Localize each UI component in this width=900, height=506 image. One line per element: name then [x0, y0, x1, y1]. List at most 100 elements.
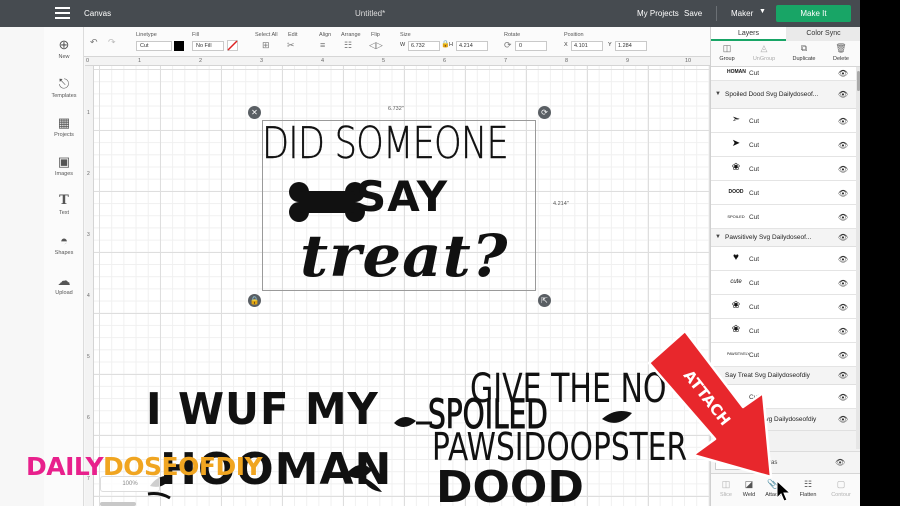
nav-new[interactable]: ⊕ New	[44, 38, 84, 61]
delete-button[interactable]: 🗑 Delete	[826, 43, 856, 62]
group-button[interactable]: ◫ Group	[712, 43, 742, 62]
eye-icon[interactable]: 👁	[838, 189, 848, 198]
grid-icon: ▦	[57, 115, 71, 130]
layer-row[interactable]: ❀ Cut 👁	[711, 157, 856, 181]
duplicate-button[interactable]: ⧉ Duplicate	[789, 43, 819, 62]
linetype-value: Cut	[140, 43, 149, 49]
machine-selector[interactable]: Maker	[731, 9, 753, 18]
layer-row[interactable]: DOOD Cut 👁	[711, 181, 856, 205]
eye-icon[interactable]: 👁	[838, 213, 848, 222]
tab-layers[interactable]: Layers	[711, 27, 786, 41]
nav-templates[interactable]: ⎋ Templates	[44, 76, 84, 100]
select-all-icon[interactable]: ⊞	[262, 40, 270, 50]
fill-select[interactable]: No Fill	[192, 41, 224, 51]
shapes-icon: ◓	[60, 233, 68, 248]
rotate-handle-icon[interactable]: ⟳	[538, 106, 551, 119]
design-line-dood[interactable]: DOOD	[436, 462, 584, 506]
eye-icon[interactable]: 👁	[838, 69, 848, 78]
height-input[interactable]: 4.214	[456, 41, 488, 51]
eye-icon[interactable]: 👁	[838, 351, 848, 360]
layer-row[interactable]: ♥ Cut 👁	[711, 247, 856, 271]
linetype-select[interactable]: Cut	[136, 41, 172, 51]
layer-row[interactable]: ➣ Cut 👁	[711, 109, 856, 133]
my-projects-link[interactable]: My Projects	[637, 9, 679, 18]
layer-group-row[interactable]: ▼ Spoiled Dood Svg Dailydoseof... 👁	[711, 81, 856, 109]
y-label: Y	[608, 42, 612, 48]
leaf-ornament-icon[interactable]	[342, 454, 386, 494]
flatten-button[interactable]: ☷ Flatten	[793, 479, 823, 498]
eye-icon[interactable]: 👁	[838, 279, 848, 288]
horizontal-scrollbar[interactable]	[100, 502, 136, 506]
eye-icon[interactable]: 👁	[838, 303, 848, 312]
eye-icon[interactable]: 👁	[838, 165, 848, 174]
layer-row[interactable]: ➤ Cut 👁	[711, 133, 856, 157]
hamburger-menu-icon[interactable]	[55, 7, 70, 20]
eye-icon[interactable]: 👁	[838, 233, 848, 242]
delete-handle-icon[interactable]: ✕	[248, 106, 261, 119]
layer-row[interactable]: SPOILED Cut 👁	[711, 205, 856, 229]
shirt-icon: ⎋	[58, 76, 70, 91]
eye-icon[interactable]: 👁	[838, 255, 848, 264]
nav-projects[interactable]: ▦ Projects	[44, 115, 84, 139]
eye-icon[interactable]: 👁	[838, 393, 848, 402]
flatten-label: Flatten	[799, 492, 817, 498]
select-all-label: Select All	[255, 32, 278, 38]
ruler-tick: 8	[565, 58, 569, 64]
brand-watermark: DAILYDOSEOFDIY	[26, 452, 263, 481]
eye-icon[interactable]: 👁	[838, 327, 848, 336]
rotate-input[interactable]: 0	[515, 41, 547, 51]
eye-icon[interactable]: 👁	[838, 415, 848, 424]
align-icon[interactable]: ≡	[320, 40, 325, 50]
tab-color-sync[interactable]: Color Sync	[786, 27, 861, 41]
y-input[interactable]: 1.284	[615, 41, 647, 51]
design-line-say[interactable]: SAY	[356, 172, 448, 221]
edit-scissors-icon[interactable]: ✂	[287, 40, 295, 50]
design-line-did-someone[interactable]: DID SOMEONE	[262, 118, 509, 169]
width-input[interactable]: 6.732	[408, 41, 440, 51]
layer-row[interactable]: HOMAN Cut 👁	[711, 67, 856, 81]
design-line-treat[interactable]: treat?	[300, 222, 509, 290]
flip-icon[interactable]: ◁▷	[369, 40, 383, 50]
fill-value: No Fill	[196, 43, 212, 49]
eye-icon[interactable]: 👁	[838, 371, 848, 380]
contour-button[interactable]: ▢ Contour	[826, 479, 856, 498]
save-button[interactable]: Save	[684, 9, 702, 18]
document-name: Untitled*	[355, 9, 386, 18]
redo-icon[interactable]: ↷	[108, 37, 116, 47]
eye-hidden-icon[interactable]: 👁	[835, 458, 845, 467]
lock-handle-icon[interactable]: 🔒	[248, 294, 261, 307]
trash-icon: 🗑	[835, 43, 847, 53]
nav-projects-label: Projects	[54, 132, 74, 138]
chevron-down-icon[interactable]: ▼	[759, 8, 766, 15]
make-it-button[interactable]: Make It	[776, 5, 851, 22]
dog-bone-icon[interactable]	[288, 180, 366, 224]
no-fill-icon[interactable]	[227, 40, 238, 51]
linetype-color-swatch[interactable]	[174, 41, 184, 51]
caret-down-icon[interactable]: ▼	[715, 234, 721, 240]
x-input[interactable]: 4.101	[571, 41, 603, 51]
flatten-icon: ☷	[803, 479, 813, 489]
layer-row[interactable]: cute Cut 👁	[711, 271, 856, 295]
layer-group-row[interactable]: ▼ Pawsitively Svg Dailydoseof... 👁	[711, 229, 856, 247]
nav-text[interactable]: T Text	[44, 194, 84, 217]
layer-name: Cut	[749, 214, 760, 221]
ungroup-label: UnGroup	[752, 56, 776, 62]
nav-shapes[interactable]: ◓ Shapes	[44, 233, 84, 257]
nav-images[interactable]: ▣ Images	[44, 155, 84, 178]
layer-row[interactable]: ❀ Cut 👁	[711, 295, 856, 319]
heart-icon: ♥	[733, 252, 739, 263]
size-label: Size	[400, 32, 411, 38]
design-line-i-wuf-my[interactable]: I WUF MY	[146, 384, 379, 435]
eye-icon[interactable]: 👁	[838, 141, 848, 150]
caret-down-icon[interactable]: ▼	[715, 91, 721, 97]
eye-icon[interactable]: 👁	[838, 117, 848, 126]
nav-upload[interactable]: ☁ Upload	[44, 274, 84, 297]
eye-icon[interactable]: 👁	[838, 90, 848, 99]
resize-handle-icon[interactable]: ⇱	[538, 294, 551, 307]
arrange-icon[interactable]: ☷	[344, 40, 352, 50]
undo-icon[interactable]: ↶	[90, 37, 98, 47]
group-icon: ◫	[722, 43, 732, 53]
ungroup-button[interactable]: ◬ UnGroup	[749, 43, 779, 62]
ruler-top: 0 1 2 3 4 5 6 7 8 9 10	[85, 57, 710, 66]
rotate-icon: ⟳	[504, 40, 512, 50]
